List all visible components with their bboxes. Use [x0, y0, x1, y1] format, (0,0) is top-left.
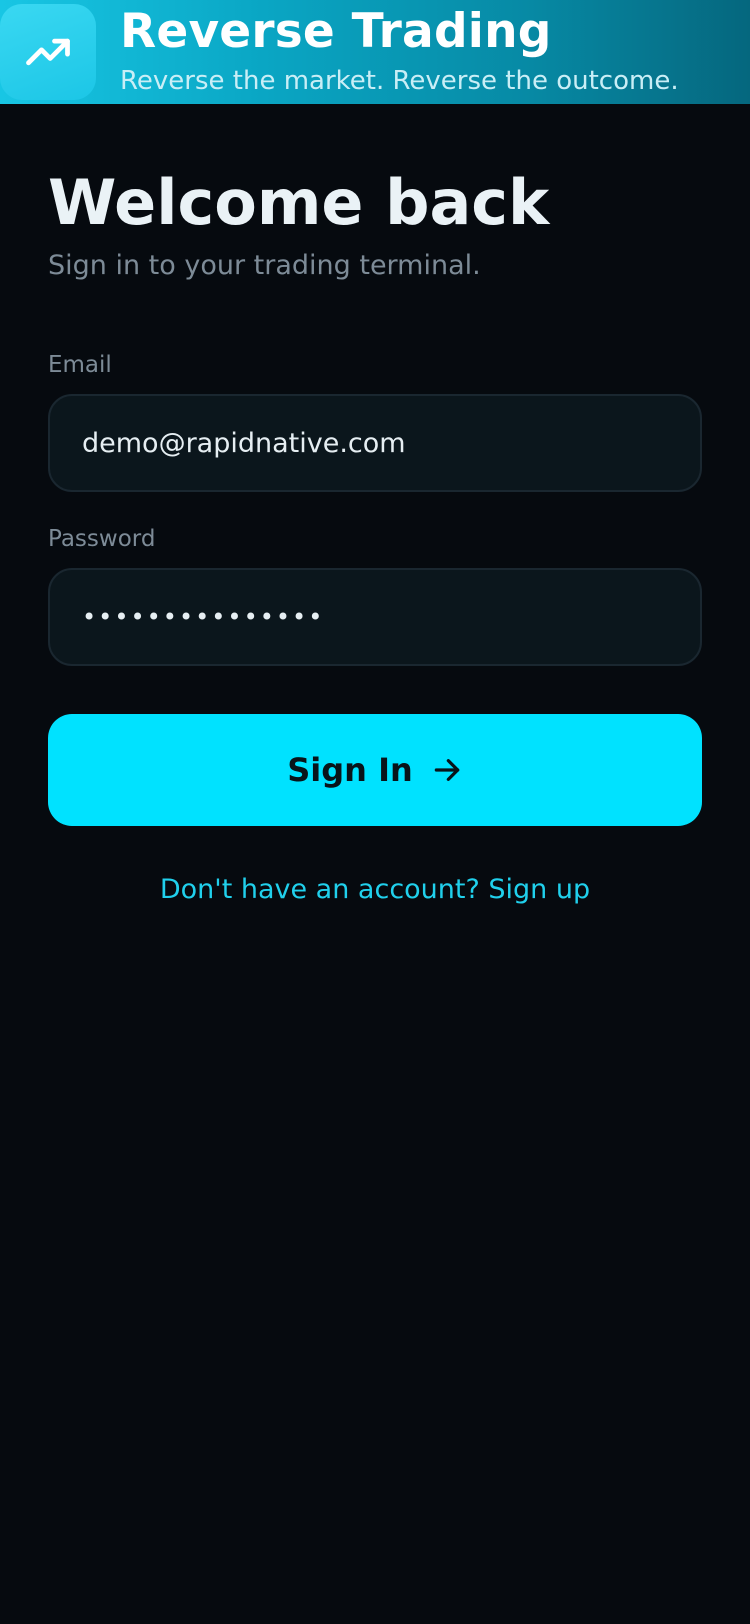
app-header: Reverse Trading Reverse the market. Reve… — [0, 0, 750, 104]
email-field[interactable] — [48, 394, 702, 492]
page-subtitle: Sign in to your trading terminal. — [48, 250, 481, 281]
page-title: Welcome back — [48, 166, 550, 239]
app-title: Reverse Trading — [120, 4, 552, 59]
sign-in-label: Sign In — [287, 751, 413, 789]
email-label: Email — [48, 352, 112, 378]
app-tagline: Reverse the market. Reverse the outcome. — [120, 66, 679, 96]
arrow-right-icon — [431, 754, 463, 786]
sign-up-link[interactable]: Don't have an account? Sign up — [48, 874, 702, 905]
trending-up-icon — [0, 4, 96, 100]
password-field[interactable] — [48, 568, 702, 666]
password-label: Password — [48, 526, 156, 552]
sign-in-button[interactable]: Sign In — [48, 714, 702, 826]
